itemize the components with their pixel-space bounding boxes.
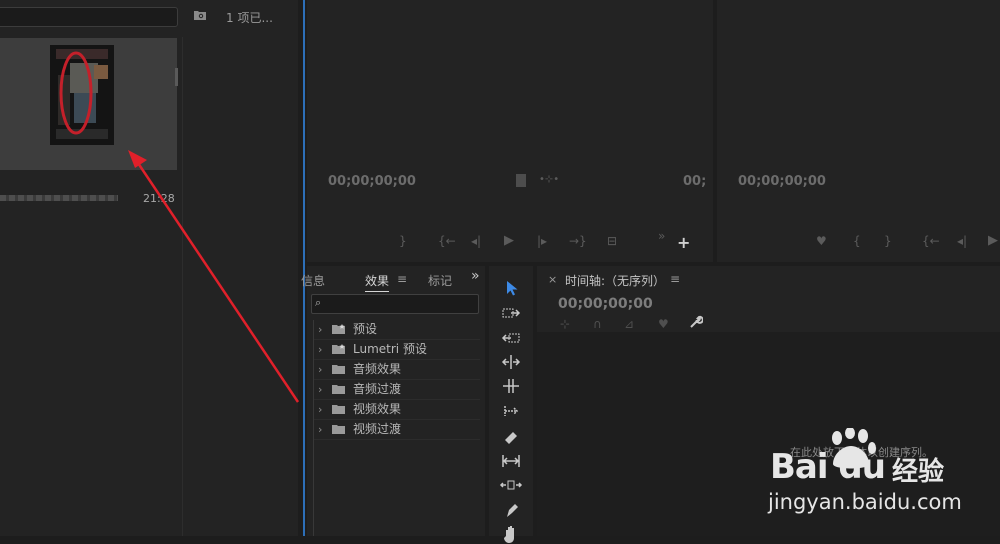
- watermark-url: jingyan.baidu.com: [768, 490, 962, 514]
- baidu-watermark-logo: Bai du: [770, 447, 885, 487]
- jingyan-watermark-text: 经验: [892, 451, 944, 488]
